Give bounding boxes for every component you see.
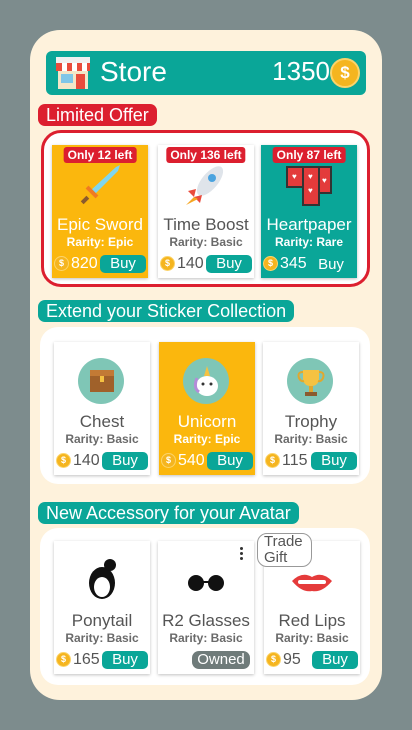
item-name: Trophy (284, 412, 338, 431)
item-price: 140 (177, 255, 204, 272)
item-price: 140 (73, 452, 100, 469)
owned-badge: Owned (192, 651, 250, 669)
item-name: Epic Sword (57, 215, 143, 234)
svg-text:♥: ♥ (308, 186, 313, 195)
item-price: 115 (282, 452, 308, 469)
offer-card-time-boost[interactable]: Only 136 left Time Boost Rarity: Basic $… (158, 145, 254, 278)
item-price: 165 (73, 651, 100, 668)
heartpaper-icon: ♥ ♥ ♥ ♥ (286, 166, 332, 206)
item-rarity: Rarity: Rare (274, 235, 344, 249)
coin-balance: 1350 (272, 56, 330, 86)
item-rarity: Rarity: Epic (173, 432, 241, 446)
buy-button[interactable]: Buy (307, 255, 355, 275)
coin-icon: $ (330, 58, 360, 88)
unicorn-icon (193, 366, 218, 396)
accessory-card-ponytail[interactable]: Ponytail Rarity: Basic $ 165 Buy (54, 541, 150, 674)
item-price: 820 (71, 255, 98, 272)
sword-icon (80, 165, 120, 205)
coin-icon: $ (161, 453, 176, 468)
coin-icon: $ (266, 652, 281, 667)
coin-icon: $ (56, 453, 71, 468)
svg-text:♥: ♥ (308, 172, 313, 181)
svg-text:♥: ♥ (322, 176, 327, 185)
item-price: 95 (283, 651, 301, 668)
more-options-icon[interactable] (240, 547, 244, 561)
item-price: 540 (178, 452, 205, 469)
coin-icon: $ (160, 256, 175, 271)
item-name: Heartpaper (266, 215, 352, 234)
store-header: Store 1350 $ (46, 51, 366, 95)
item-name: R2 Glasses (162, 611, 250, 630)
item-name: Chest (79, 412, 125, 431)
coin-icon: $ (54, 256, 69, 271)
buy-button[interactable]: Buy (207, 452, 253, 470)
coin-icon: $ (265, 453, 280, 468)
item-name: Unicorn (177, 412, 237, 431)
chest-icon (90, 370, 114, 392)
sticker-card-trophy[interactable]: Trophy Rarity: Basic $ 115 Buy (263, 342, 359, 475)
item-options-popup: Trade Gift (257, 533, 312, 567)
item-rarity: Rarity: Basic (275, 631, 349, 645)
gift-option[interactable]: Gift (258, 550, 311, 566)
coin-icon: $ (263, 256, 278, 271)
item-rarity: Rarity: Epic (66, 235, 134, 249)
item-name: Ponytail (71, 611, 133, 630)
trophy-icon (297, 370, 325, 396)
item-rarity: Rarity: Basic (65, 432, 139, 446)
limited-offer-label: Limited Offer (38, 104, 157, 126)
buy-button[interactable]: Buy (102, 452, 148, 470)
offer-card-heartpaper[interactable]: Only 87 left ♥ ♥ ♥ ♥ Heartpaper Rarity: … (261, 145, 357, 278)
store-icon (56, 57, 90, 89)
coin-icon: $ (56, 652, 71, 667)
trade-option[interactable]: Trade (258, 534, 311, 550)
buy-button[interactable]: Buy (100, 255, 146, 273)
item-rarity: Rarity: Basic (274, 432, 348, 446)
accessory-section-label: New Accessory for your Avatar (38, 502, 299, 524)
item-rarity: Rarity: Basic (169, 235, 243, 249)
sticker-card-unicorn[interactable]: Unicorn Rarity: Epic $ 540 Buy (159, 342, 255, 475)
ponytail-icon (89, 559, 116, 599)
item-name: Time Boost (163, 215, 249, 234)
buy-button[interactable]: Buy (312, 651, 358, 669)
buy-button[interactable]: Buy (311, 452, 357, 470)
svg-text:♥: ♥ (292, 172, 297, 181)
item-rarity: Rarity: Basic (65, 631, 139, 645)
rocket-icon (186, 166, 224, 205)
glasses-icon (188, 575, 224, 591)
item-name: Red Lips (278, 611, 346, 630)
sticker-card-chest[interactable]: Chest Rarity: Basic $ 140 Buy (54, 342, 150, 475)
buy-button[interactable]: Buy (206, 255, 252, 273)
sticker-section-label: Extend your Sticker Collection (38, 300, 295, 322)
item-price: 345 (280, 255, 307, 272)
store-title: Store (100, 56, 167, 87)
item-rarity: Rarity: Basic (169, 631, 243, 645)
buy-button[interactable]: Buy (102, 651, 148, 669)
offer-card-epic-sword[interactable]: Only 12 left Epic Sword Rarity: Epic $ 8… (52, 145, 148, 278)
